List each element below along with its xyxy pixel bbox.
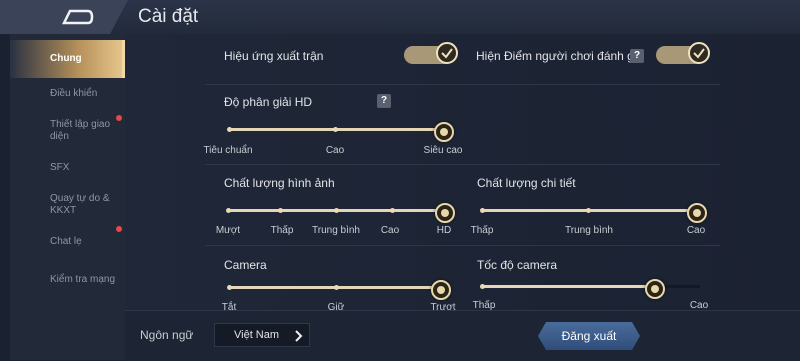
camera-speed-slider-fill	[482, 285, 654, 288]
notification-badge	[116, 226, 122, 232]
divider	[205, 245, 720, 246]
tick-label: Trung bình	[565, 225, 613, 236]
slider-step	[389, 208, 395, 213]
slider-step	[333, 285, 339, 290]
tick-label: Thấp	[470, 225, 494, 236]
slider-step	[332, 127, 338, 132]
detail-quality-label: Chất lượng chi tiết	[477, 176, 576, 190]
show-rating-toggle[interactable]	[656, 42, 710, 64]
tick-label: Mượt	[215, 225, 241, 236]
toggle-knob	[436, 42, 458, 64]
tick-label: Trung bình	[312, 225, 360, 236]
image-quality-slider-handle[interactable]	[435, 202, 455, 223]
slider-step	[226, 127, 232, 132]
back-button[interactable]	[0, 0, 128, 34]
help-icon[interactable]: ?	[377, 94, 391, 108]
camera-speed-label: Tốc độ camera	[477, 258, 558, 272]
resolution-label: Độ phân giải HD	[224, 95, 313, 109]
settings-sidebar: Chung Điều khiển Thiết lập giao diện SFX…	[10, 34, 125, 360]
sidebar-item-label: Kiểm tra mạng	[50, 274, 116, 285]
sidebar-item-quick-chat[interactable]: Chat lẹ	[10, 223, 125, 261]
back-arrow-icon	[62, 9, 94, 25]
toggle-knob	[688, 42, 710, 64]
check-icon	[441, 48, 453, 59]
battle-effect-label: Hiệu ứng xuất trận	[224, 49, 324, 63]
tick-label: Thấp	[270, 225, 294, 236]
page-title: Cài đặt	[138, 6, 199, 27]
sidebar-item-label: Chat lẹ	[50, 236, 82, 247]
sidebar-item-general[interactable]: Chung	[10, 40, 125, 78]
slider-step	[585, 208, 591, 213]
show-rating-label: Hiện Điểm người chơi đánh giá	[476, 49, 644, 63]
top-bar: Cài đặt	[0, 0, 800, 34]
detail-quality-slider-handle[interactable]	[687, 202, 707, 223]
slider-step	[479, 208, 485, 213]
sidebar-item-sfx[interactable]: SFX	[10, 149, 125, 187]
notification-badge	[116, 115, 122, 121]
slider-step	[225, 208, 231, 213]
sidebar-item-label: Điều khiển	[50, 88, 98, 99]
sidebar-item-label: SFX	[50, 162, 70, 173]
tick-label: HD	[436, 225, 452, 236]
logout-button[interactable]: Đăng xuất	[538, 322, 640, 350]
sidebar-item-label: Quay tự do & KKXT	[50, 193, 110, 216]
language-label: Ngôn ngữ	[140, 328, 194, 342]
tick-label: Tiêu chuẩn	[203, 145, 253, 156]
resolution-slider-handle[interactable]	[434, 121, 454, 142]
slider-step	[333, 208, 339, 213]
camera-speed-slider-handle[interactable]	[645, 278, 665, 299]
sidebar-item-label: Thiết lập giao diện	[50, 119, 111, 142]
sidebar-item-controls[interactable]: Điều khiển	[10, 75, 125, 113]
language-selector[interactable]: Việt Nam	[214, 323, 310, 347]
tick-label: Cao	[325, 145, 345, 156]
tick-label: Cao	[380, 225, 400, 236]
tick-label: Cao	[686, 225, 706, 236]
divider	[205, 164, 720, 165]
image-quality-label: Chất lượng hình ảnh	[224, 176, 335, 190]
slider-step	[277, 208, 283, 213]
help-icon[interactable]: ?	[630, 49, 644, 63]
slider-step	[226, 285, 232, 290]
sidebar-item-label: Chung	[50, 53, 82, 64]
sidebar-item-interface[interactable]: Thiết lập giao diện	[10, 112, 125, 150]
slider-step	[479, 284, 485, 289]
battle-effect-toggle[interactable]	[404, 42, 458, 64]
camera-slider-handle[interactable]	[431, 279, 451, 300]
sidebar-item-free-camera[interactable]: Quay tự do & KKXT	[10, 186, 125, 224]
sidebar-item-network-test[interactable]: Kiểm tra mạng	[10, 261, 125, 299]
chevron-right-icon	[295, 330, 303, 342]
camera-label: Camera	[224, 258, 267, 272]
divider	[205, 84, 720, 85]
check-icon	[693, 48, 705, 59]
tick-label: Siêu cao	[423, 145, 463, 156]
language-value: Việt Nam	[234, 329, 280, 341]
